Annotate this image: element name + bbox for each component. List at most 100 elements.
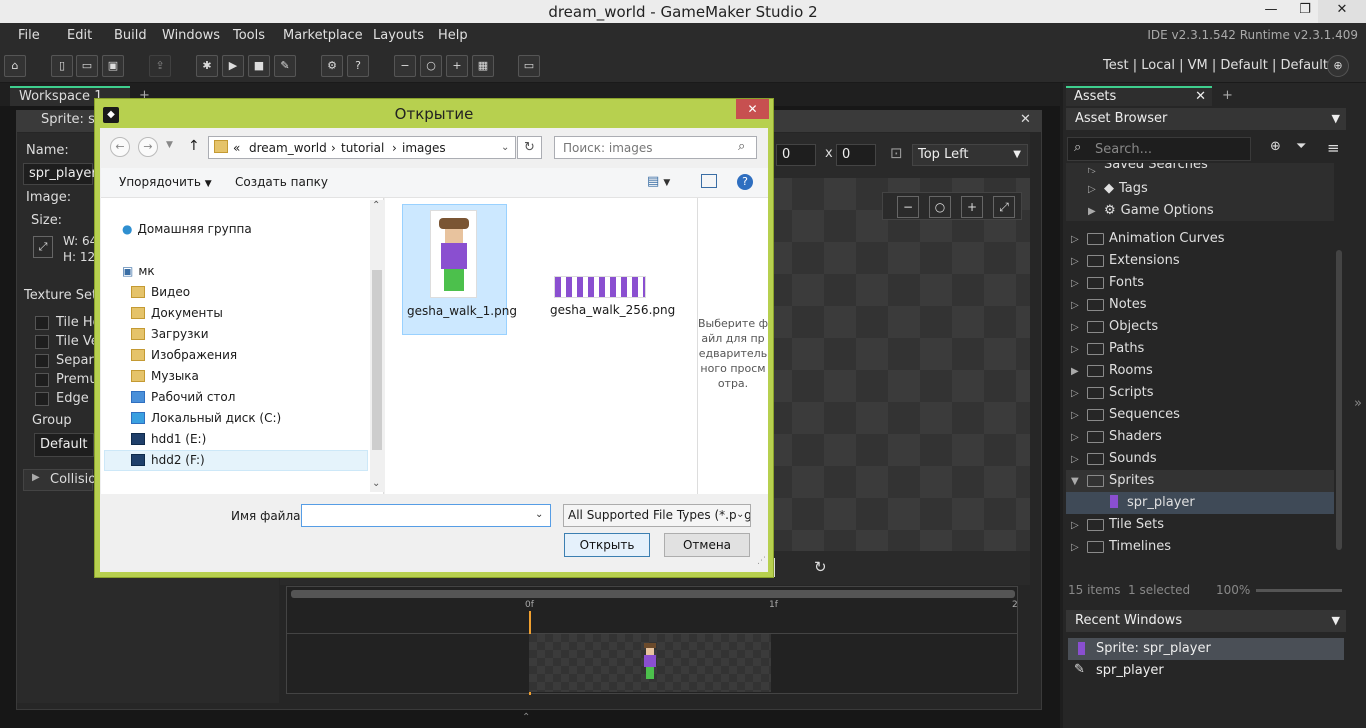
clean-icon[interactable]: ✎	[274, 55, 296, 77]
tile-horizontal-checkbox[interactable]	[35, 316, 49, 330]
zoom-out-icon[interactable]: −	[394, 55, 416, 77]
frame-timeline[interactable]: 0f 1f 2	[286, 586, 1018, 695]
saved-searches-item[interactable]: ▷ Saved Searches	[1088, 163, 1208, 173]
collapse-icon[interactable]: ⌃	[522, 712, 530, 723]
file-item-gesha-walk-1[interactable]: gesha_walk_1.png	[402, 204, 517, 335]
filename-input[interactable]: ⌄	[301, 504, 551, 527]
zoom-in-icon[interactable]: +	[446, 55, 468, 77]
nav-drive-f[interactable]: hdd2 (F:)	[131, 453, 205, 467]
resize-icon[interactable]: ⤢	[33, 236, 53, 258]
add-asset-icon[interactable]: ⊕	[1270, 139, 1281, 154]
asset-group-sounds[interactable]: ▷ Sounds	[1071, 451, 1157, 466]
chevron-down-icon[interactable]: ⌄	[501, 142, 509, 153]
recent-window-item[interactable]: Sprite: spr_player	[1068, 638, 1344, 660]
resize-grip-icon[interactable]: ⋰	[757, 556, 766, 566]
debug-icon[interactable]: ✱	[196, 55, 218, 77]
close-tab-icon[interactable]: ✕	[1195, 88, 1206, 105]
menu-marketplace[interactable]: Marketplace	[283, 28, 363, 43]
close-window-button[interactable]: ✕	[1318, 0, 1366, 23]
history-dropdown-icon[interactable]: ▼	[166, 140, 173, 150]
open-button[interactable]: Открыть	[564, 533, 650, 557]
zoom-in-icon[interactable]: +	[961, 196, 983, 218]
nav-pictures[interactable]: Изображения	[131, 348, 237, 362]
assets-tab[interactable]: Assets ✕	[1066, 86, 1212, 106]
sprite-editor-close-icon[interactable]: ✕	[1020, 112, 1031, 127]
back-icon[interactable]: ←	[110, 137, 130, 157]
origin-preset-dropdown[interactable]: Top Left ▼	[912, 144, 1028, 166]
edge-filtering-checkbox[interactable]	[35, 392, 49, 406]
nav-homegroup[interactable]: ● Домашняя группа	[122, 222, 252, 236]
asset-group-tile-sets[interactable]: ▷ Tile Sets	[1071, 517, 1164, 532]
recent-window-item[interactable]: ✎ spr_player	[1068, 660, 1344, 682]
zoom-reset-icon[interactable]: ○	[420, 55, 442, 77]
add-tab-button[interactable]: +	[1222, 88, 1233, 103]
nav-videos[interactable]: Видео	[131, 285, 190, 299]
file-type-select[interactable]: All Supported File Types (*.png, ⌄	[563, 504, 751, 527]
tile-vertical-checkbox[interactable]	[35, 335, 49, 349]
nav-documents[interactable]: Документы	[131, 306, 223, 320]
menu-help[interactable]: Help	[438, 28, 468, 43]
lock-icon[interactable]: ⊡	[890, 144, 903, 162]
asset-group-fonts[interactable]: ▷ Fonts	[1071, 275, 1144, 290]
nav-drive-e[interactable]: hdd1 (E:)	[131, 432, 206, 446]
organize-button[interactable]: Упорядочить ▼	[119, 175, 212, 189]
maximize-button[interactable]: ❐	[1288, 0, 1322, 23]
asset-group-extensions[interactable]: ▷ Extensions	[1071, 253, 1180, 268]
asset-zoom-slider[interactable]	[1256, 589, 1342, 592]
target-icon[interactable]: ⊕	[1327, 55, 1349, 77]
asset-group-shaders[interactable]: ▷ Shaders	[1071, 429, 1162, 444]
game-options-item[interactable]: ▶ ⚙ Game Options	[1088, 203, 1214, 218]
stop-icon[interactable]: ■	[248, 55, 270, 77]
dialog-close-button[interactable]: ✕	[736, 99, 769, 119]
menu-windows[interactable]: Windows	[162, 28, 220, 43]
menu-build[interactable]: Build	[114, 28, 147, 43]
asset-scrollbar[interactable]	[1336, 250, 1342, 550]
timeline-range-bar[interactable]	[291, 590, 1015, 598]
export-icon[interactable]: ⇪	[149, 55, 171, 77]
home-icon[interactable]: ⌂	[4, 55, 26, 77]
asset-group-scripts[interactable]: ▷ Scripts	[1071, 385, 1153, 400]
help-icon[interactable]: ?	[737, 174, 753, 190]
separate-texture-checkbox[interactable]	[35, 354, 49, 368]
target-selector[interactable]: Test | Local | VM | Default | Default	[1103, 58, 1328, 73]
group-dropdown[interactable]: Default	[34, 433, 94, 457]
cancel-button[interactable]: Отмена	[664, 533, 750, 557]
asset-group-paths[interactable]: ▷ Paths	[1071, 341, 1144, 356]
dialog-search-input[interactable]: Поиск: images ⌕	[554, 136, 757, 159]
preview-pane-icon[interactable]	[701, 174, 717, 188]
view-options-icon[interactable]: ▤ ▼	[647, 174, 670, 189]
minimize-button[interactable]: —	[1254, 0, 1288, 23]
up-folder-icon[interactable]: ↑	[188, 138, 200, 154]
menu-file[interactable]: File	[18, 28, 40, 43]
open-project-icon[interactable]: ▭	[76, 55, 98, 77]
refresh-icon[interactable]: ↻	[517, 136, 542, 159]
asset-group-objects[interactable]: ▷ Objects	[1071, 319, 1158, 334]
scroll-up-icon[interactable]: ⌃	[372, 200, 380, 211]
menu-tools[interactable]: Tools	[233, 28, 265, 43]
menu-layouts[interactable]: Layouts	[373, 28, 424, 43]
asset-group-notes[interactable]: ▷ Notes	[1071, 297, 1147, 312]
filter-icon[interactable]: ⏷	[1296, 139, 1306, 154]
layout-icon[interactable]: ▭	[518, 55, 540, 77]
path-dream-world[interactable]: dream_world	[249, 141, 327, 155]
run-icon[interactable]: ▶	[222, 55, 244, 77]
nav-scrollbar[interactable]: ⌃ ⌄	[370, 200, 384, 492]
zoom-out-icon[interactable]: −	[897, 196, 919, 218]
asset-group-rooms[interactable]: ▶ Rooms	[1071, 363, 1153, 378]
recent-windows-header[interactable]: Recent Windows ▼	[1066, 610, 1346, 632]
origin-y-field[interactable]: 0	[836, 144, 876, 166]
sprite-name-field[interactable]: spr_player	[23, 163, 97, 185]
asset-group-timelines[interactable]: ▷ Timelines	[1071, 539, 1171, 554]
side-expand-icon[interactable]: »	[1354, 396, 1362, 411]
asset-group-animation-curves[interactable]: ▷ Animation Curves	[1071, 231, 1225, 246]
menu-icon[interactable]: ≡	[1327, 139, 1340, 157]
fit-screen-icon[interactable]: ⤢	[993, 196, 1015, 218]
asset-search-input[interactable]: ⌕ Search...	[1067, 137, 1251, 161]
origin-x-field[interactable]: 0	[776, 144, 816, 166]
dialog-titlebar[interactable]: ◆ Открытие ✕	[94, 99, 774, 129]
chevron-down-icon[interactable]: ⌄	[535, 509, 543, 520]
nav-music[interactable]: Музыка	[131, 369, 199, 383]
nav-drive-c[interactable]: Локальный диск (C:)	[131, 411, 281, 425]
premultiply-checkbox[interactable]	[35, 373, 49, 387]
asset-group-sequences[interactable]: ▷ Sequences	[1071, 407, 1180, 422]
